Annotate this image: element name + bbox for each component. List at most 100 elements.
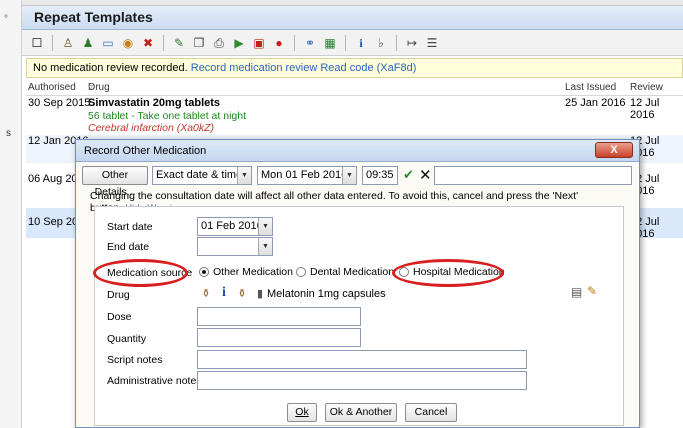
row-review: 12 Jul 2016 bbox=[630, 97, 660, 121]
merge-icon[interactable]: ⚭ bbox=[303, 36, 317, 50]
close-button[interactable]: X bbox=[595, 142, 633, 158]
close-icon: X bbox=[610, 144, 618, 156]
medication-icon[interactable]: ▮ bbox=[253, 285, 267, 301]
grid-icon[interactable]: ▦ bbox=[323, 36, 337, 50]
admin-notes-field[interactable] bbox=[197, 371, 527, 390]
drug-tools: ⚱ i ⚱ ▮ bbox=[199, 285, 267, 301]
dose-label: Dose bbox=[107, 311, 132, 323]
drug-lookup-icon[interactable]: ▤ bbox=[571, 285, 582, 299]
checkbox-icon[interactable]: ☐ bbox=[30, 36, 44, 50]
toolbar-separator bbox=[396, 34, 397, 51]
chevron-down-icon: ▼ bbox=[258, 218, 272, 235]
list-header: Authorised Drug ▿ Last Issued Review bbox=[26, 82, 683, 96]
doctor-icon[interactable]: ♙ bbox=[61, 36, 75, 50]
accept-date-icon[interactable]: ✔ bbox=[403, 167, 414, 183]
date-mode-select[interactable]: Exact date & time ▼ bbox=[152, 166, 252, 185]
toolbar-separator bbox=[163, 34, 164, 51]
pill-bottle-icon[interactable]: ⚱ bbox=[199, 285, 213, 301]
record-other-medication-dialog: Record Other Medication X Other Details.… bbox=[75, 139, 640, 428]
record-review-link[interactable]: Record medication review Read code (XaF8… bbox=[191, 62, 417, 74]
date-mode-value: Exact date & time bbox=[156, 169, 243, 181]
pill-icon[interactable]: ◉ bbox=[121, 36, 135, 50]
source-other-label: Other Medication bbox=[213, 266, 293, 278]
medication-form: Start date 01 Feb 2016 ▼ End date ▼ Medi… bbox=[93, 206, 624, 426]
review-message: No medication review recorded. bbox=[33, 62, 188, 74]
delete-icon[interactable]: ✖ bbox=[141, 36, 155, 50]
consultation-date-value: Mon 01 Feb 2016 bbox=[261, 169, 348, 181]
mark-icon[interactable]: ♭ bbox=[374, 36, 388, 50]
source-dental-radio[interactable]: Dental Medication bbox=[296, 266, 394, 278]
left-gutter: ° s bbox=[0, 0, 22, 428]
consultation-time-value: 09:35 bbox=[366, 169, 394, 181]
column-header-review[interactable]: Review bbox=[630, 82, 663, 93]
play-icon[interactable]: ▶ bbox=[232, 36, 246, 50]
report-icon[interactable]: ▣ bbox=[252, 36, 266, 50]
source-hospital-radio[interactable]: Hospital Medication bbox=[399, 266, 505, 278]
page-title: Repeat Templates bbox=[34, 9, 153, 25]
medication-source-label: Medication source bbox=[107, 267, 193, 279]
start-date-label: Start date bbox=[107, 221, 153, 233]
script-notes-label: Script notes bbox=[107, 354, 163, 366]
copy-icon[interactable]: ❐ bbox=[192, 36, 206, 50]
column-header-last-issued[interactable]: Last Issued bbox=[565, 82, 616, 93]
person-add-icon[interactable]: ♟ bbox=[81, 36, 95, 50]
arrow-icon[interactable]: ↦ bbox=[405, 36, 419, 50]
chevron-down-icon: ▼ bbox=[342, 167, 356, 184]
admin-notes-label: Administrative notes bbox=[107, 375, 202, 387]
print-icon[interactable]: ⎙ bbox=[212, 36, 226, 50]
source-hospital-label: Hospital Medication bbox=[413, 266, 505, 278]
radio-selected-icon bbox=[199, 267, 209, 277]
row-last-issued: 25 Jan 2016 bbox=[565, 97, 626, 109]
row-authorised: 30 Sep 2015 bbox=[28, 97, 91, 109]
row-dosage: 56 tablet - Take one tablet at night bbox=[88, 110, 247, 122]
radio-unselected-icon bbox=[296, 267, 306, 277]
source-dental-label: Dental Medication bbox=[310, 266, 395, 278]
consultation-controls: Other Details... Exact date & time ▼ Mon… bbox=[82, 166, 634, 198]
toolbar-separator bbox=[345, 34, 346, 51]
row-indication: Cerebral infarction (Xa0kZ) bbox=[88, 122, 215, 134]
source-other-radio[interactable]: Other Medication bbox=[199, 266, 293, 278]
drug-value[interactable]: Melatonin 1mg capsules bbox=[267, 288, 386, 300]
stop-icon[interactable]: ● bbox=[272, 36, 286, 50]
column-header-authorised[interactable]: Authorised bbox=[28, 82, 76, 93]
toolbar-separator bbox=[294, 34, 295, 51]
consultation-time-field[interactable]: 09:35 bbox=[362, 166, 398, 185]
quantity-field[interactable] bbox=[197, 328, 361, 347]
repeat-templates-header: Repeat Templates bbox=[22, 6, 683, 30]
cancel-button[interactable]: Cancel bbox=[405, 403, 457, 422]
consultation-notes-field[interactable] bbox=[434, 166, 632, 185]
end-date-label: End date bbox=[107, 241, 150, 253]
medication-review-banner: No medication review recorded. Record me… bbox=[26, 58, 683, 78]
filter-icon: ▿ bbox=[88, 82, 94, 93]
card-icon[interactable]: ▭ bbox=[101, 36, 115, 50]
info-icon[interactable]: i bbox=[354, 36, 368, 50]
radio-unselected-icon bbox=[399, 267, 409, 277]
script-notes-field[interactable] bbox=[197, 350, 527, 369]
list-icon[interactable]: ☰ bbox=[425, 36, 439, 50]
info-icon[interactable]: i bbox=[217, 285, 231, 301]
toolbar: ☐ ♙ ♟ ▭ ◉ ✖ ✎ ❐ ⎙ ▶ ▣ ● ⚭ ▦ i ♭ ↦ ☰ bbox=[22, 30, 683, 56]
cancel-date-icon[interactable]: ✕ bbox=[419, 166, 432, 184]
gutter-mark: s bbox=[6, 128, 11, 139]
pill-bottle-icon[interactable]: ⚱ bbox=[235, 285, 249, 301]
drug-label: Drug bbox=[107, 289, 130, 301]
quantity-label: Quantity bbox=[107, 333, 147, 345]
other-details-button[interactable]: Other Details... bbox=[82, 166, 148, 198]
ok-button[interactable]: Ok bbox=[287, 403, 317, 422]
dialog-titlebar[interactable]: Record Other Medication X bbox=[76, 140, 639, 162]
toolbar-separator bbox=[52, 34, 53, 51]
gutter-mark: ° bbox=[4, 14, 8, 25]
dialog-title: Record Other Medication bbox=[84, 145, 207, 157]
consultation-date-field[interactable]: Mon 01 Feb 2016 ▼ bbox=[257, 166, 357, 185]
chevron-down-icon: ▼ bbox=[258, 238, 272, 255]
table-row[interactable]: 30 Sep 2015 Simvastatin 20mg tablets 56 … bbox=[26, 97, 683, 134]
end-date-field[interactable]: ▼ bbox=[197, 237, 273, 256]
start-date-value: 01 Feb 2016 bbox=[201, 220, 263, 232]
ok-and-another-button[interactable]: Ok & Another bbox=[325, 403, 397, 422]
pen-icon[interactable]: ✎ bbox=[172, 36, 186, 50]
start-date-field[interactable]: 01 Feb 2016 ▼ bbox=[197, 217, 273, 236]
dose-field[interactable] bbox=[197, 307, 361, 326]
chevron-down-icon: ▼ bbox=[237, 167, 251, 184]
row-drug: Simvastatin 20mg tablets bbox=[88, 97, 221, 109]
edit-drug-icon[interactable]: ✎ bbox=[587, 284, 597, 298]
